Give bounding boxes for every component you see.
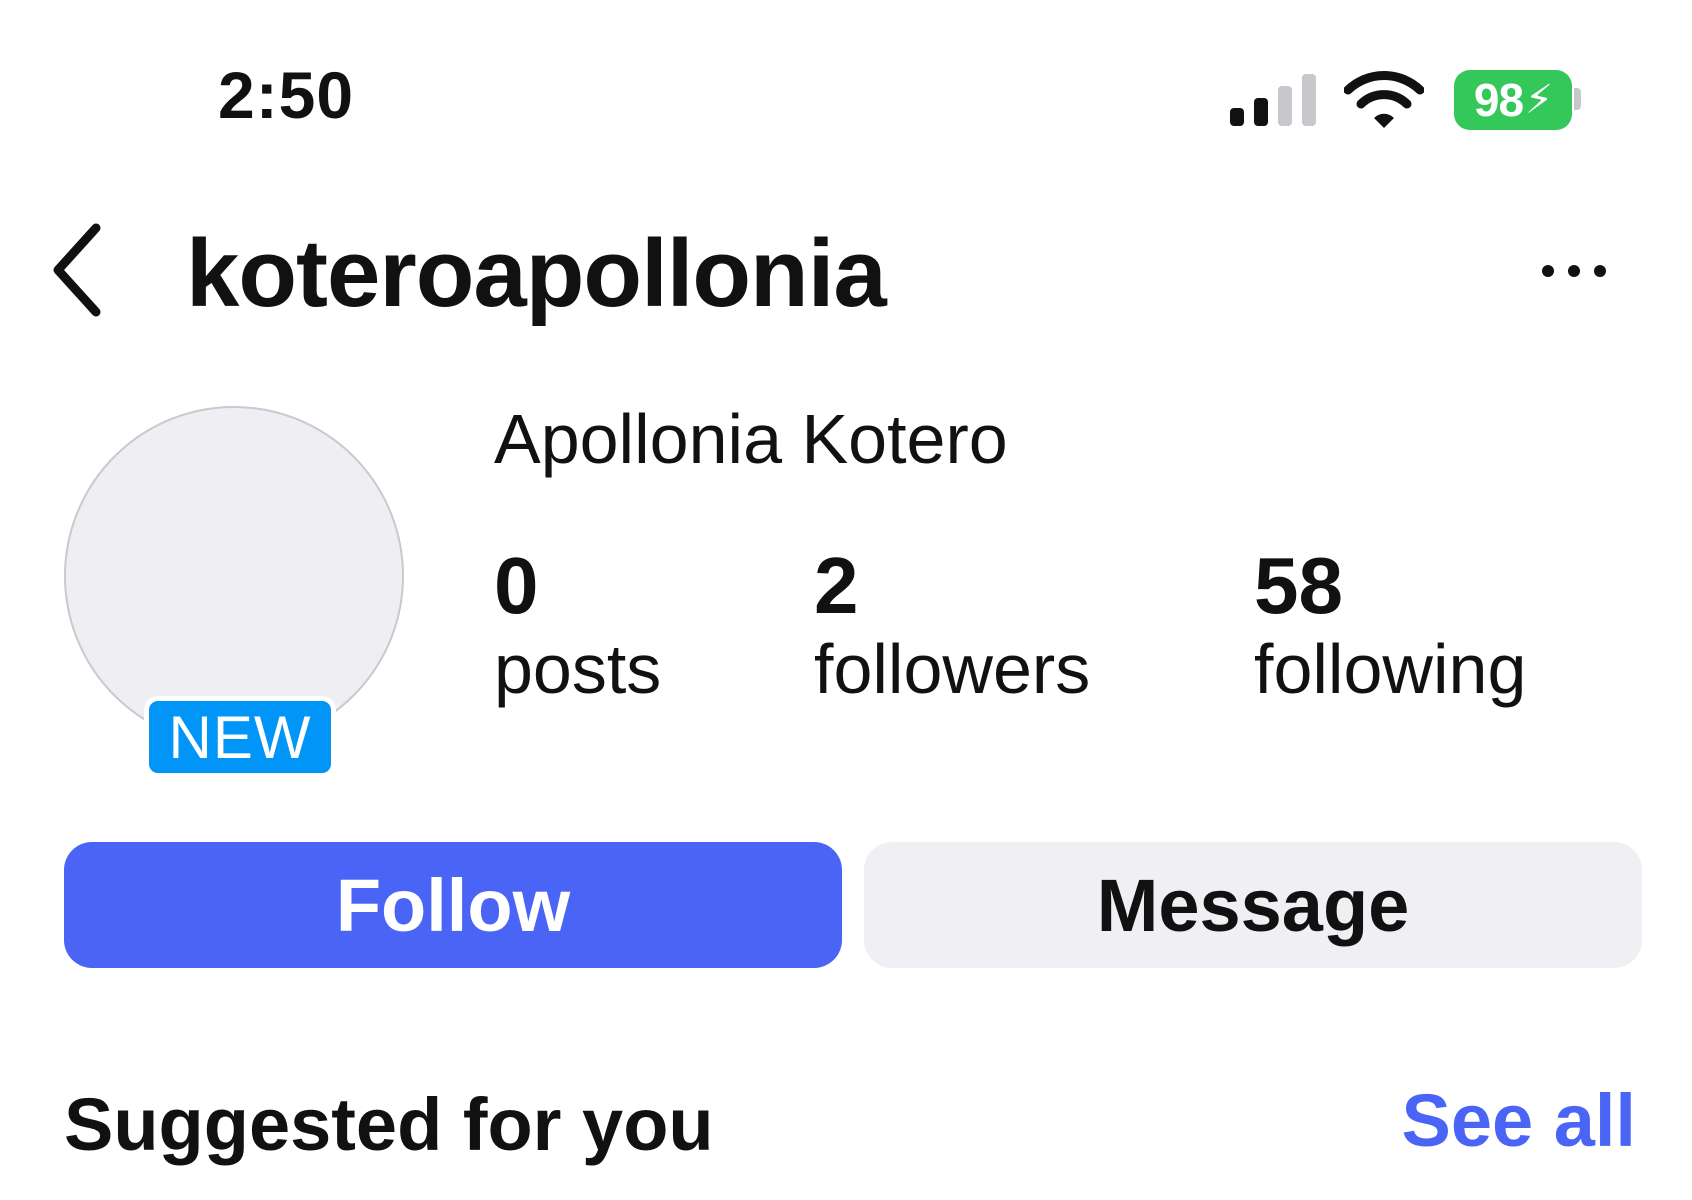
profile-full-name: Apollonia Kotero — [494, 400, 1008, 478]
wifi-icon — [1344, 71, 1424, 128]
posts-label: posts — [494, 630, 662, 708]
back-chevron-icon[interactable] — [48, 220, 118, 320]
see-all-link[interactable]: See all — [1401, 1084, 1636, 1158]
follow-button[interactable]: Follow — [64, 842, 842, 968]
bolt-icon: ⚡ — [1525, 78, 1553, 122]
signal-icon — [1230, 74, 1316, 126]
followers-stat[interactable]: 2 followers — [814, 541, 1091, 708]
new-badge: NEW — [144, 696, 336, 778]
more-options-icon[interactable] — [1538, 258, 1610, 284]
profile-username: koteroapollonia — [186, 220, 887, 327]
avatar[interactable] — [64, 406, 404, 746]
following-label: following — [1254, 630, 1527, 708]
battery-charging-icon: 98 ⚡ — [1454, 70, 1572, 130]
message-button[interactable]: Message — [864, 842, 1642, 968]
status-time: 2:50 — [218, 58, 355, 132]
followers-label: followers — [814, 630, 1091, 708]
followers-count: 2 — [814, 541, 859, 630]
following-stat[interactable]: 58 following — [1254, 541, 1527, 708]
posts-stat[interactable]: 0 posts — [494, 541, 662, 708]
posts-count: 0 — [494, 541, 539, 630]
battery-nub — [1574, 88, 1581, 110]
suggested-for-you-heading: Suggested for you — [64, 1083, 714, 1166]
battery-percent: 98 — [1473, 74, 1524, 126]
following-count: 58 — [1254, 541, 1343, 630]
